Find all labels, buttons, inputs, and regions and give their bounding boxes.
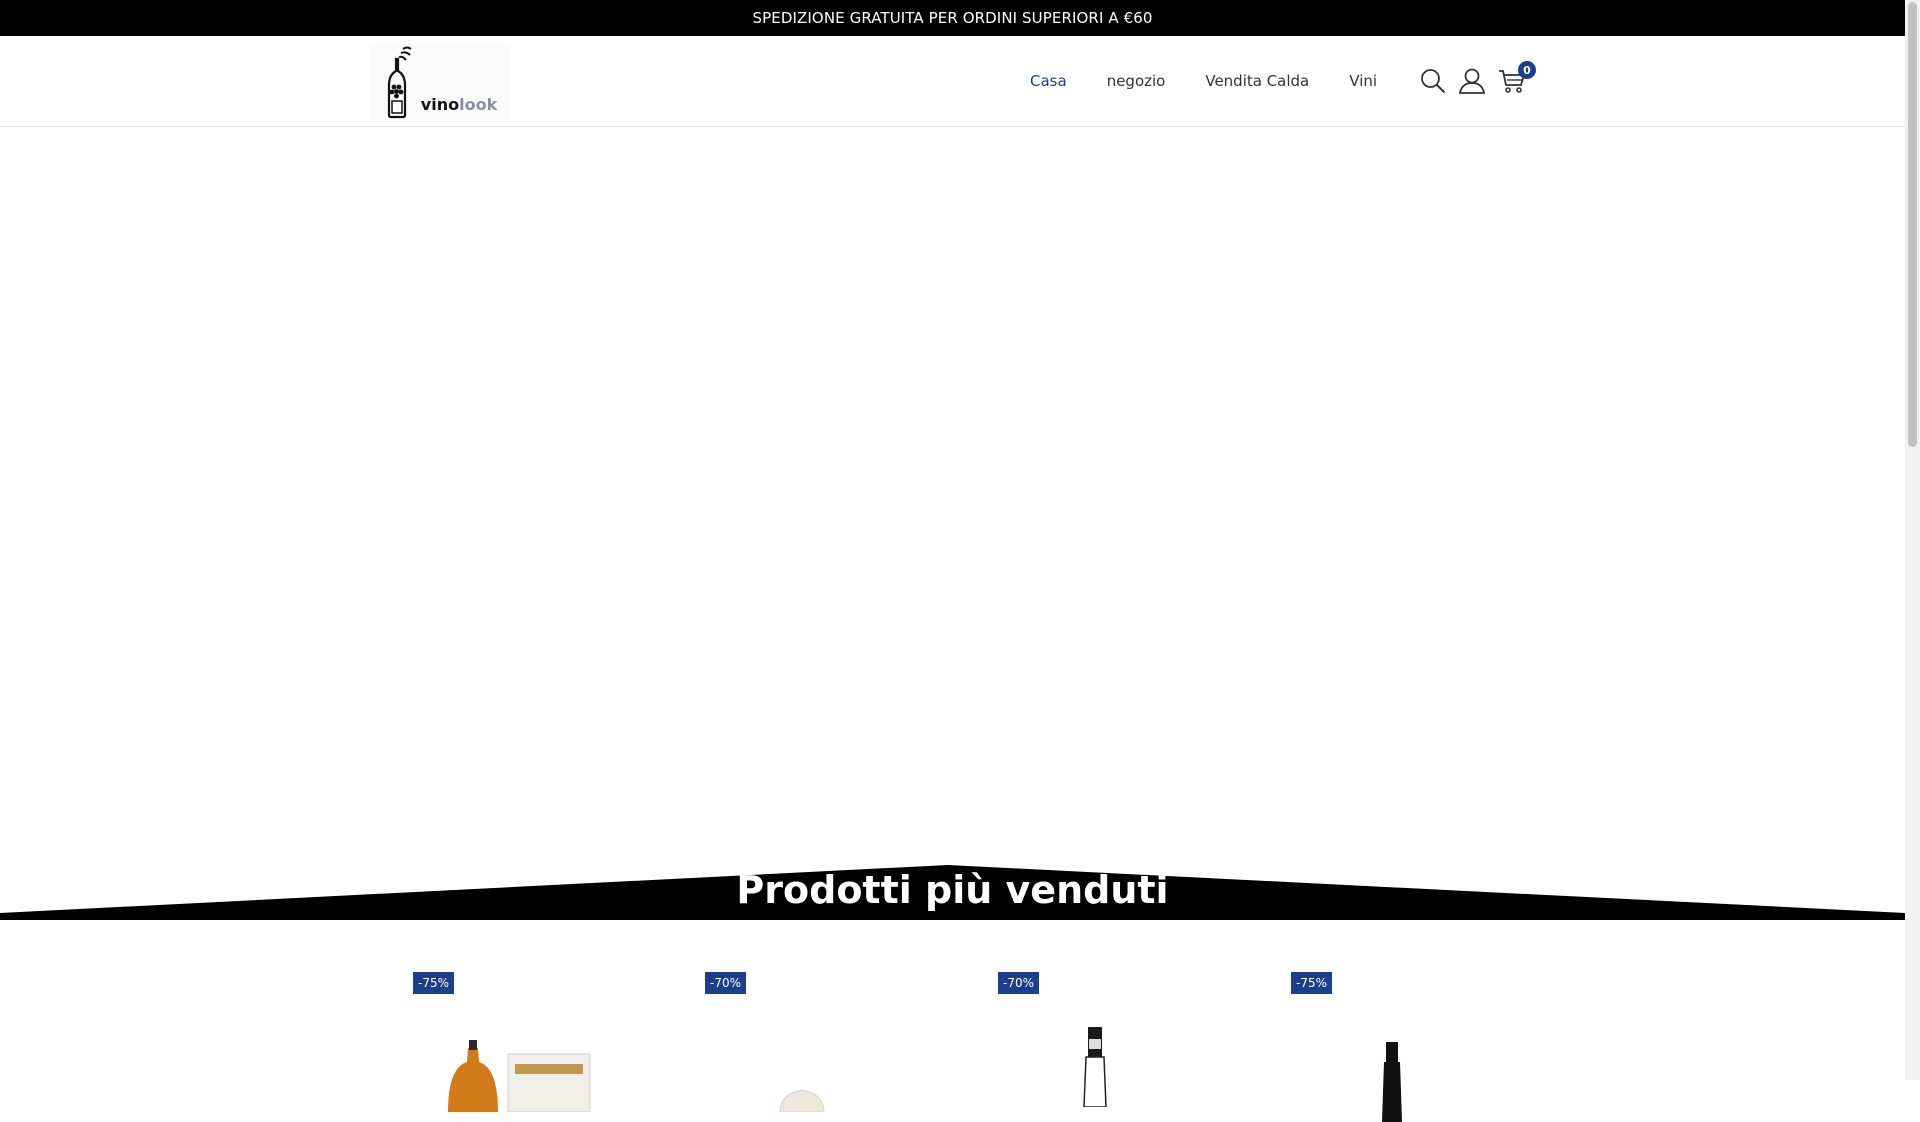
product-card[interactable]: -70% <box>705 972 965 1112</box>
hero-area <box>0 127 1905 857</box>
logo-text: vinolook <box>420 95 498 114</box>
account-button[interactable] <box>1457 66 1487 96</box>
section-title: Prodotti più venduti <box>736 868 1169 912</box>
discount-badge: -70% <box>705 972 747 994</box>
page-scrollbar[interactable] <box>1905 0 1920 1080</box>
scrollbar-thumb[interactable] <box>1908 2 1917 447</box>
nav-item-casa[interactable]: Casa <box>1030 72 1067 90</box>
site-header: vinolook Casa negozio Vendita Calda Vini… <box>0 36 1905 127</box>
discount-badge: -75% <box>413 972 455 994</box>
wine-bottle-icon <box>387 46 412 119</box>
cart-count-badge: 0 <box>1518 61 1536 79</box>
announcement-text: SPEDIZIONE GRATUITA PER ORDINI SUPERIORI… <box>752 9 1153 27</box>
search-icon <box>1421 69 1446 94</box>
discount-badge: -75% <box>1291 972 1333 994</box>
logo[interactable]: vinolook <box>370 44 510 120</box>
cart-button[interactable]: 0 <box>1497 61 1536 96</box>
product-image <box>1083 1027 1107 1107</box>
nav-item-vini[interactable]: Vini <box>1349 72 1377 90</box>
main-nav: Casa negozio Vendita Calda Vini <box>1030 36 1417 126</box>
discount-badge: -70% <box>998 972 1040 994</box>
product-image <box>448 1040 591 1112</box>
user-icon <box>1458 68 1486 94</box>
product-card[interactable]: -70% <box>998 972 1258 1107</box>
product-image <box>779 1089 825 1112</box>
nav-item-vendita-calda[interactable]: Vendita Calda <box>1205 72 1309 90</box>
search-button[interactable] <box>1418 66 1448 96</box>
nav-item-negozio[interactable]: negozio <box>1107 72 1166 90</box>
product-image <box>1382 1042 1402 1122</box>
announcement-bar: SPEDIZIONE GRATUITA PER ORDINI SUPERIORI… <box>0 0 1905 36</box>
product-card[interactable]: -75% <box>413 972 673 1112</box>
product-card[interactable]: -75% <box>1291 972 1551 1122</box>
